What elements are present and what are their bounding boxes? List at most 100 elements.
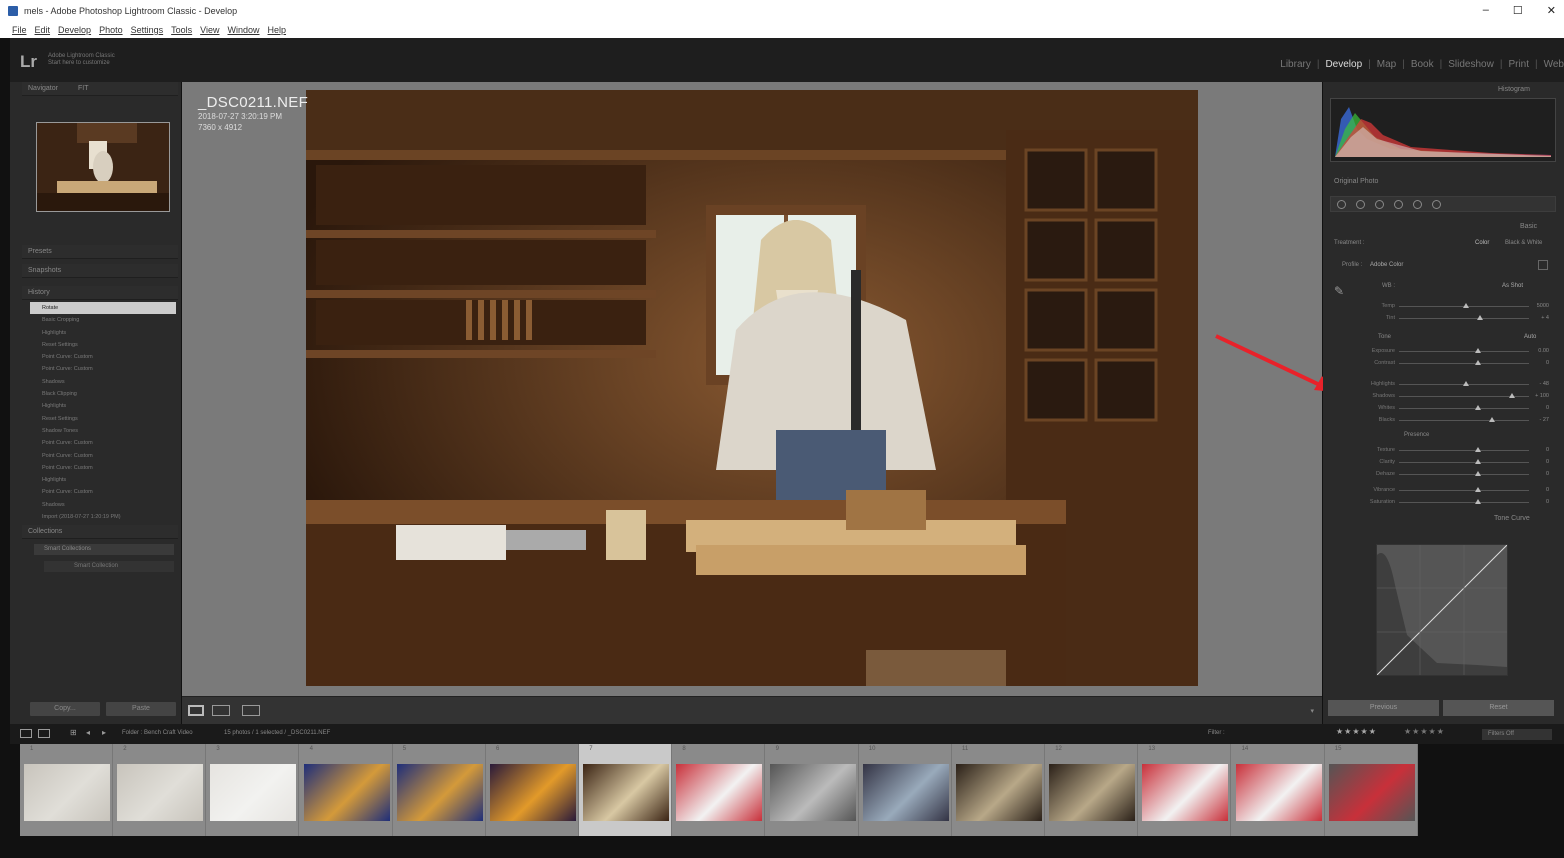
slider-value[interactable]: 0.00 bbox=[1538, 348, 1549, 354]
before-after-icon[interactable] bbox=[212, 705, 230, 716]
slider-knob[interactable] bbox=[1475, 499, 1481, 504]
module-slideshow[interactable]: Slideshow bbox=[1448, 59, 1494, 70]
reset-button[interactable]: Reset bbox=[1443, 700, 1554, 716]
slider-blacks[interactable]: Blacks - 27 bbox=[1345, 416, 1555, 426]
thumbnail-image[interactable] bbox=[24, 764, 110, 821]
filmstrip-thumbnail[interactable]: 5 bbox=[393, 744, 486, 836]
toolbar-menu-icon[interactable]: ▾ bbox=[1310, 707, 1314, 715]
slider-contrast[interactable]: Contrast 0 bbox=[1345, 359, 1555, 369]
grid-view-icon[interactable]: ⊞ bbox=[70, 728, 77, 737]
filters-off-select[interactable]: Filters Off bbox=[1482, 729, 1552, 740]
slider-value[interactable]: 5000 bbox=[1537, 303, 1549, 309]
copy-button[interactable]: Copy... bbox=[30, 702, 100, 716]
thumbnail-image[interactable] bbox=[1328, 764, 1415, 821]
history-item[interactable]: Highlights bbox=[30, 400, 176, 412]
slider-track[interactable] bbox=[1399, 462, 1529, 463]
thumbnail-image[interactable] bbox=[956, 764, 1042, 821]
tone-curve-header[interactable]: Tone Curve bbox=[1494, 515, 1530, 522]
menu-tools[interactable]: Tools bbox=[171, 25, 192, 35]
slider-knob[interactable] bbox=[1475, 447, 1481, 452]
history-item[interactable]: Import (2018-07-27 1:20:19 PM) bbox=[30, 511, 176, 523]
slider-highlights[interactable]: Highlights - 48 bbox=[1345, 380, 1555, 390]
forward-arrow-icon[interactable]: ▸ bbox=[102, 728, 106, 737]
slider-track[interactable] bbox=[1399, 474, 1529, 475]
slider-value[interactable]: - 27 bbox=[1540, 417, 1549, 423]
slider-value[interactable]: + 100 bbox=[1535, 393, 1549, 399]
thumbnail-image[interactable] bbox=[676, 764, 763, 821]
filmstrip-thumbnail[interactable]: 15 bbox=[1325, 744, 1418, 836]
red-eye-icon[interactable] bbox=[1375, 199, 1384, 209]
slider-knob[interactable] bbox=[1475, 360, 1481, 365]
main-photo[interactable] bbox=[306, 90, 1198, 686]
rating-filter-stars[interactable]: ★★★★★ bbox=[1336, 727, 1377, 736]
tone-auto-button[interactable]: Auto bbox=[1524, 334, 1536, 340]
slider-knob[interactable] bbox=[1463, 303, 1469, 308]
treatment-bw[interactable]: Black & White bbox=[1505, 240, 1542, 246]
slider-tint[interactable]: Tint + 4 bbox=[1345, 314, 1555, 324]
loupe-view-icon[interactable] bbox=[188, 705, 204, 716]
slider-whites[interactable]: Whites 0 bbox=[1345, 404, 1555, 414]
menu-view[interactable]: View bbox=[200, 25, 219, 35]
module-library[interactable]: Library bbox=[1280, 59, 1311, 70]
slider-knob[interactable] bbox=[1475, 487, 1481, 492]
thumbnail-image[interactable] bbox=[1142, 764, 1229, 821]
minimize-button[interactable]: – bbox=[1483, 4, 1489, 17]
thumbnail-image[interactable] bbox=[583, 764, 670, 821]
second-window-icon[interactable] bbox=[38, 729, 50, 738]
slider-value[interactable]: 0 bbox=[1546, 405, 1549, 411]
flag-filter[interactable]: ★★★★★ bbox=[1404, 727, 1445, 736]
slider-value[interactable]: 0 bbox=[1546, 459, 1549, 465]
menu-settings[interactable]: Settings bbox=[131, 25, 164, 35]
slider-clarity[interactable]: Clarity 0 bbox=[1345, 458, 1555, 468]
slider-saturation[interactable]: Saturation 0 bbox=[1345, 498, 1555, 508]
history-item[interactable]: Point Curve: Custom bbox=[30, 437, 176, 449]
module-develop[interactable]: Develop bbox=[1325, 59, 1362, 70]
adjustment-brush-icon[interactable] bbox=[1432, 199, 1441, 209]
thumbnail-image[interactable] bbox=[1049, 764, 1136, 821]
history-item[interactable]: Point Curve: Custom bbox=[30, 450, 176, 462]
slider-vibrance[interactable]: Vibrance 0 bbox=[1345, 486, 1555, 496]
history-item[interactable]: Point Curve: Custom bbox=[30, 486, 176, 498]
filmstrip-thumbnail[interactable]: 13 bbox=[1138, 744, 1232, 836]
filmstrip-thumbnail[interactable]: 3 bbox=[206, 744, 300, 836]
filmstrip-thumbnail[interactable]: 14 bbox=[1232, 744, 1325, 836]
before-after-split-icon[interactable] bbox=[242, 705, 260, 716]
histogram[interactable] bbox=[1330, 98, 1556, 162]
filmstrip-thumbnail[interactable]: 7 bbox=[579, 744, 673, 836]
module-map[interactable]: Map bbox=[1377, 59, 1396, 70]
slider-knob[interactable] bbox=[1463, 381, 1469, 386]
slider-track[interactable] bbox=[1399, 318, 1529, 319]
slider-value[interactable]: 0 bbox=[1546, 471, 1549, 477]
original-photo-label[interactable]: Original Photo bbox=[1334, 178, 1378, 185]
slider-value[interactable]: - 48 bbox=[1540, 381, 1549, 387]
main-window-icon[interactable] bbox=[20, 729, 32, 738]
thumbnail-image[interactable] bbox=[303, 764, 390, 821]
menu-photo[interactable]: Photo bbox=[99, 25, 123, 35]
presets-header[interactable]: Presets bbox=[22, 245, 178, 259]
filmstrip-thumbnail[interactable]: 12 bbox=[1045, 744, 1139, 836]
slider-track[interactable] bbox=[1399, 450, 1529, 451]
filmstrip-thumbnail[interactable]: 1 bbox=[20, 744, 113, 836]
collections-header[interactable]: Collections bbox=[22, 525, 178, 539]
spot-removal-icon[interactable] bbox=[1356, 199, 1365, 209]
wb-eyedropper-icon[interactable]: ✎ bbox=[1334, 284, 1344, 298]
filmstrip-count[interactable]: 15 photos / 1 selected / _DSC0211.NEF bbox=[224, 730, 330, 736]
history-item[interactable]: Reset Settings bbox=[30, 339, 176, 351]
slider-value[interactable]: 0 bbox=[1546, 487, 1549, 493]
navigator-preview[interactable] bbox=[36, 122, 170, 212]
maximize-button[interactable]: ☐ bbox=[1513, 4, 1523, 17]
thumbnail-image[interactable] bbox=[210, 764, 297, 821]
history-item[interactable]: Highlights bbox=[30, 474, 176, 486]
previous-button[interactable]: Previous bbox=[1328, 700, 1439, 716]
collection-item[interactable]: Smart Collections bbox=[34, 544, 174, 555]
history-item[interactable]: Point Curve: Custom bbox=[30, 351, 176, 363]
history-item[interactable]: Black Clipping bbox=[30, 388, 176, 400]
history-item[interactable]: Shadow Tones bbox=[30, 425, 176, 437]
basic-panel-header[interactable]: Basic bbox=[1520, 223, 1537, 230]
slider-track[interactable] bbox=[1399, 363, 1529, 364]
filmstrip-thumbnail[interactable]: 4 bbox=[300, 744, 393, 836]
slider-knob[interactable] bbox=[1477, 315, 1483, 320]
slider-track[interactable] bbox=[1399, 408, 1529, 409]
graduated-filter-icon[interactable] bbox=[1394, 199, 1403, 209]
history-item[interactable]: Basic Cropping bbox=[30, 314, 176, 326]
